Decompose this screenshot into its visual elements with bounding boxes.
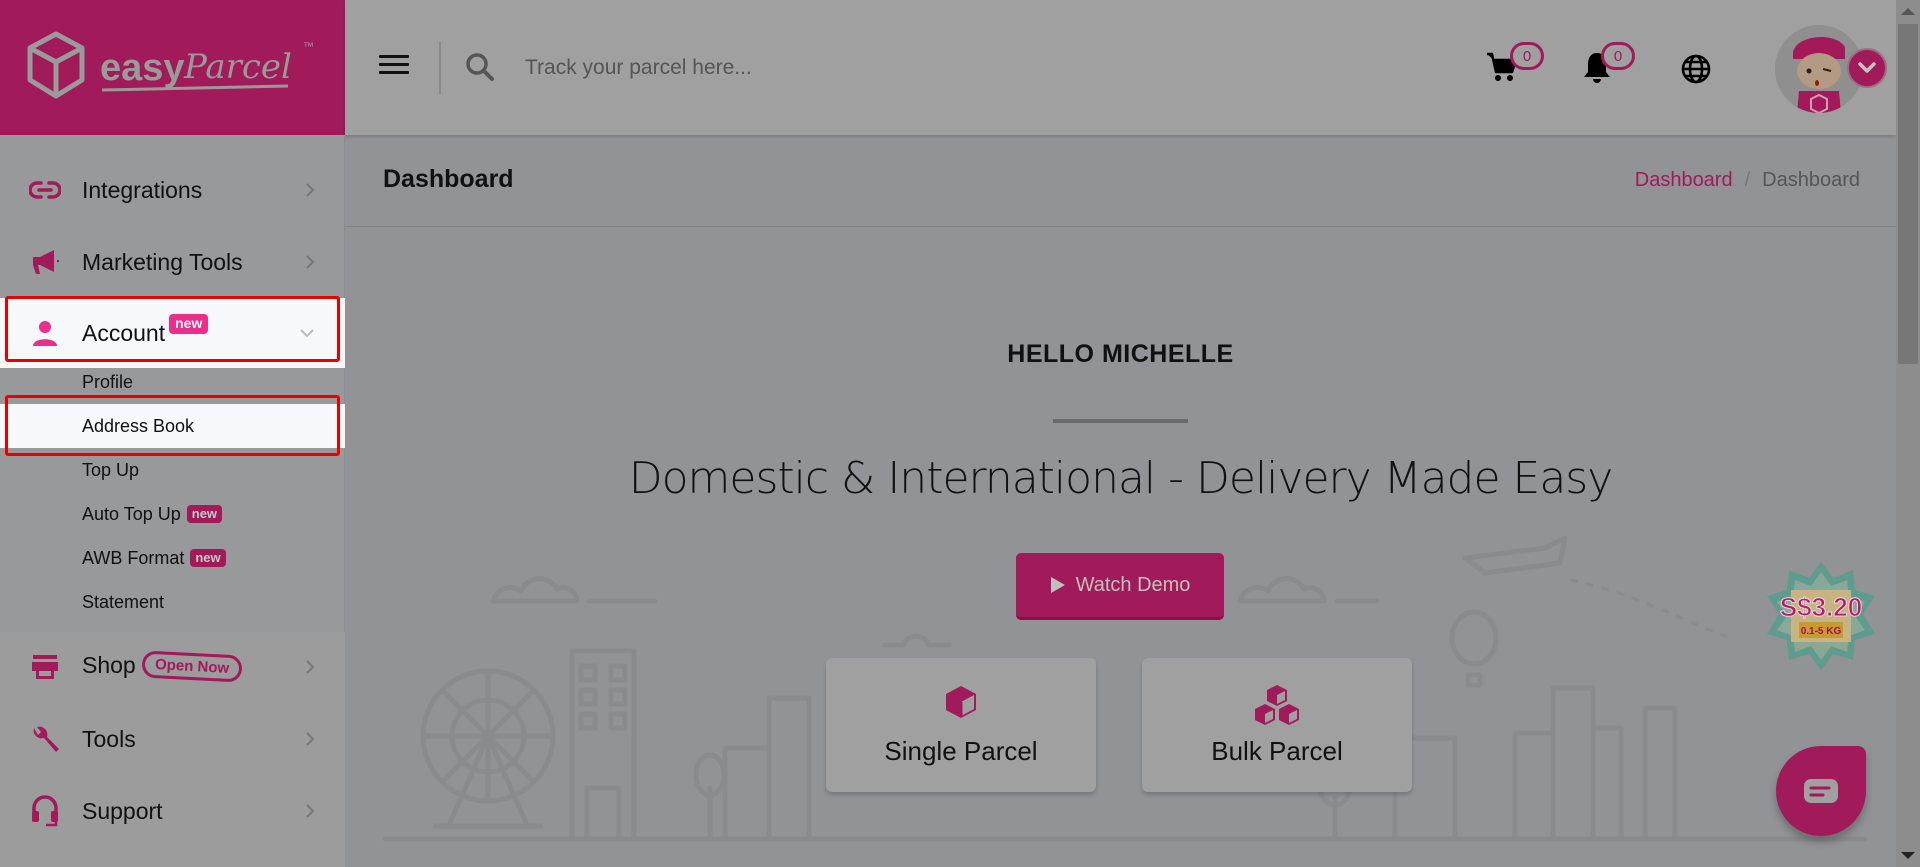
submenu-item-statement[interactable]: Statement — [0, 580, 345, 624]
new-badge: new — [169, 313, 209, 334]
wrench-icon — [28, 722, 62, 756]
promo-weight: 0.1-5 KG — [1801, 626, 1842, 637]
submenu-label: AWB Format — [82, 547, 185, 568]
cart-count-badge: 0 — [1510, 42, 1544, 70]
sidebar-item-label: Shop Open Now — [82, 650, 243, 683]
scroll-up-arrow[interactable] — [1901, 8, 1915, 15]
easyparcel-logo: easy Parcel ™ — [27, 31, 314, 98]
sidebar-item-marketing-tools[interactable]: Marketing Tools — [0, 227, 345, 297]
scroll-down-arrow[interactable] — [1901, 852, 1915, 859]
sidebar-item-account[interactable]: Account new — [0, 298, 345, 368]
sidebar: Integrations Marketing Tools Account new … — [0, 135, 345, 867]
submenu-item-auto-top-up[interactable]: Auto Top Up new — [0, 492, 345, 536]
globe-icon — [1681, 54, 1711, 84]
page-header: Dashboard Dashboard / Dashboard — [345, 135, 1896, 227]
notifications-button[interactable]: 0 — [1581, 42, 1635, 89]
promo-star-icon: S$3.20 0.1-5 KG — [1767, 562, 1875, 670]
shop-label: Shop — [82, 652, 136, 678]
megaphone-icon — [28, 245, 62, 279]
track-parcel-input[interactable] — [525, 48, 1025, 88]
card-label: Bulk Parcel — [1211, 736, 1343, 766]
sidebar-item-label: Support — [82, 797, 163, 824]
top-bar: 0 0 — [345, 0, 1896, 135]
card-label: Single Parcel — [884, 736, 1038, 766]
page-title: Dashboard — [383, 165, 514, 193]
watch-demo-label: Watch Demo — [1075, 573, 1191, 596]
submenu-item-awb-format[interactable]: AWB Format new — [0, 536, 345, 580]
chat-widget-button[interactable] — [1776, 746, 1866, 836]
link-icon — [28, 173, 62, 207]
brand-name-bold: easy — [100, 47, 185, 89]
chevron-right-icon — [306, 183, 315, 197]
store-icon — [28, 650, 62, 684]
page-scrollbar[interactable] — [1896, 0, 1920, 867]
trademark: ™ — [303, 41, 314, 53]
search-icon[interactable] — [465, 52, 495, 82]
account-dropdown-toggle[interactable] — [1847, 48, 1887, 88]
menu-icon[interactable] — [379, 55, 409, 79]
sidebar-item-label: Integrations — [82, 176, 203, 203]
new-badge: new — [190, 549, 226, 567]
headset-icon — [28, 794, 62, 828]
submenu-item-address-book[interactable]: Address Book — [0, 404, 345, 448]
chat-icon — [1804, 779, 1838, 803]
chevron-right-icon — [306, 660, 315, 674]
notification-count-badge: 0 — [1601, 42, 1635, 70]
sidebar-item-support[interactable]: Support — [0, 776, 345, 846]
chevron-down-icon — [1858, 62, 1876, 73]
single-parcel-card[interactable]: Single Parcel — [826, 658, 1096, 792]
chevron-right-icon — [306, 255, 315, 269]
promo-badge[interactable]: S$3.20 0.1-5 KG — [1765, 560, 1877, 677]
greeting-divider — [1053, 419, 1188, 423]
header-divider — [439, 42, 441, 94]
chevron-right-icon — [306, 804, 315, 818]
breadcrumb-link-dashboard[interactable]: Dashboard — [1635, 169, 1733, 191]
promo-price: S$3.20 — [1780, 592, 1862, 622]
submenu-label: Auto Top Up — [82, 503, 181, 524]
city-skyline-illustration — [382, 535, 1868, 842]
open-now-badge: Open Now — [141, 650, 243, 683]
brand-logo[interactable]: easy Parcel ™ — [0, 0, 345, 135]
submenu-item-top-up[interactable]: Top Up — [0, 448, 345, 492]
sidebar-item-shop[interactable]: Shop Open Now — [0, 632, 345, 702]
account-label: Account — [82, 319, 166, 346]
greeting: HELLO MICHELLE — [1007, 340, 1234, 368]
language-button[interactable] — [1680, 53, 1712, 90]
sidebar-item-label: Marketing Tools — [82, 248, 243, 275]
breadcrumb-separator: / — [1744, 169, 1751, 191]
dashboard-hero: HELLO MICHELLE Domestic & International … — [345, 228, 1896, 867]
box-icon — [946, 686, 976, 718]
submenu-item-profile[interactable]: Profile — [0, 360, 345, 404]
sidebar-item-tools[interactable]: Tools — [0, 704, 345, 774]
chevron-down-icon — [300, 329, 314, 338]
new-badge: new — [186, 505, 223, 523]
play-icon — [1050, 577, 1065, 593]
bulk-parcel-card[interactable]: Bulk Parcel — [1142, 658, 1412, 792]
sidebar-item-label: Tools — [82, 725, 136, 752]
watch-demo-button[interactable]: Watch Demo — [1016, 553, 1224, 620]
boxes-icon — [1255, 685, 1299, 725]
sidebar-item-integrations[interactable]: Integrations — [0, 155, 345, 225]
tagline: Domestic & International - Delivery Made… — [628, 453, 1614, 504]
scroll-thumb[interactable] — [1898, 24, 1918, 364]
breadcrumb-current: Dashboard — [1762, 169, 1860, 191]
sidebar-item-label: Account new — [82, 313, 209, 347]
cart-button[interactable]: 0 — [1485, 42, 1544, 89]
brand-name-script: Parcel — [183, 47, 292, 87]
chevron-right-icon — [306, 732, 315, 746]
user-icon — [28, 316, 62, 350]
breadcrumb: Dashboard / Dashboard — [1635, 169, 1860, 192]
